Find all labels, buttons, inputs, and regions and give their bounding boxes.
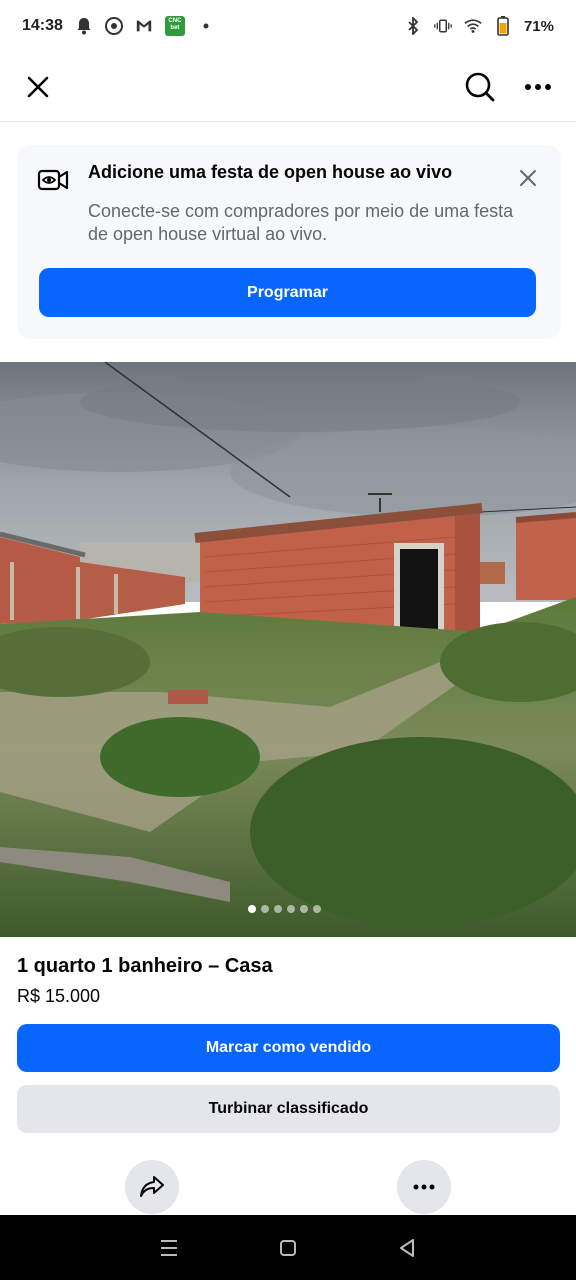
listing-more-button[interactable] [397, 1160, 451, 1214]
dot-icon [197, 17, 215, 35]
page-dot[interactable] [312, 905, 321, 913]
home-icon [279, 1239, 296, 1256]
system-nav-bar [0, 1215, 576, 1280]
battery-percent: 71% [523, 17, 554, 35]
recents-button[interactable] [149, 1228, 189, 1268]
page-dot[interactable] [247, 905, 256, 913]
page-dot[interactable] [273, 905, 282, 913]
open-house-banner: Adicione uma festa de open house ao vivo… [17, 145, 561, 339]
back-icon [399, 1238, 414, 1257]
more-options-button[interactable] [518, 67, 558, 107]
schedule-button[interactable]: Programar [39, 268, 536, 317]
vibrate-icon [434, 17, 452, 35]
top-nav [0, 52, 576, 122]
close-button[interactable] [18, 67, 58, 107]
search-icon [465, 72, 495, 101]
photo-pagination [0, 905, 572, 913]
status-time: 14:38 [22, 17, 63, 34]
search-button[interactable] [460, 67, 500, 107]
banner-title: Adicione uma festa de open house ao vivo [88, 162, 453, 182]
more-horizontal-icon [525, 83, 551, 90]
close-icon [520, 170, 536, 186]
close-icon [27, 76, 49, 97]
cnc-bet-icon: CNC bet [164, 16, 185, 36]
listing-title: 1 quarto 1 banheiro – Casa [17, 955, 273, 977]
back-button[interactable] [387, 1228, 427, 1268]
boost-listing-button[interactable]: Turbinar classificado [17, 1085, 560, 1133]
more-horizontal-icon [413, 1184, 435, 1190]
bluetooth-icon [404, 17, 422, 35]
share-icon [140, 1176, 164, 1197]
home-button[interactable] [268, 1228, 308, 1268]
mark-as-sold-button[interactable]: Marcar como vendido [17, 1024, 560, 1072]
page-dot[interactable] [286, 905, 295, 913]
page-dot[interactable] [260, 905, 269, 913]
banner-description: Conecte-se com compradores por meio de u… [88, 201, 514, 244]
listing-price: R$ 15.000 [17, 986, 101, 1006]
gmail-icon [135, 17, 153, 35]
live-video-icon [37, 167, 69, 193]
notification-bell-icon [75, 17, 93, 35]
listing-photo[interactable] [0, 362, 576, 937]
banner-close-button[interactable] [515, 165, 541, 191]
battery-icon [494, 16, 512, 36]
status-bar: 14:38 CNC bet 71% [0, 0, 576, 52]
recents-icon [161, 1239, 178, 1256]
share-button[interactable] [125, 1160, 179, 1214]
chrome-icon [104, 17, 123, 35]
wifi-icon [464, 17, 482, 35]
page-dot[interactable] [299, 905, 308, 913]
